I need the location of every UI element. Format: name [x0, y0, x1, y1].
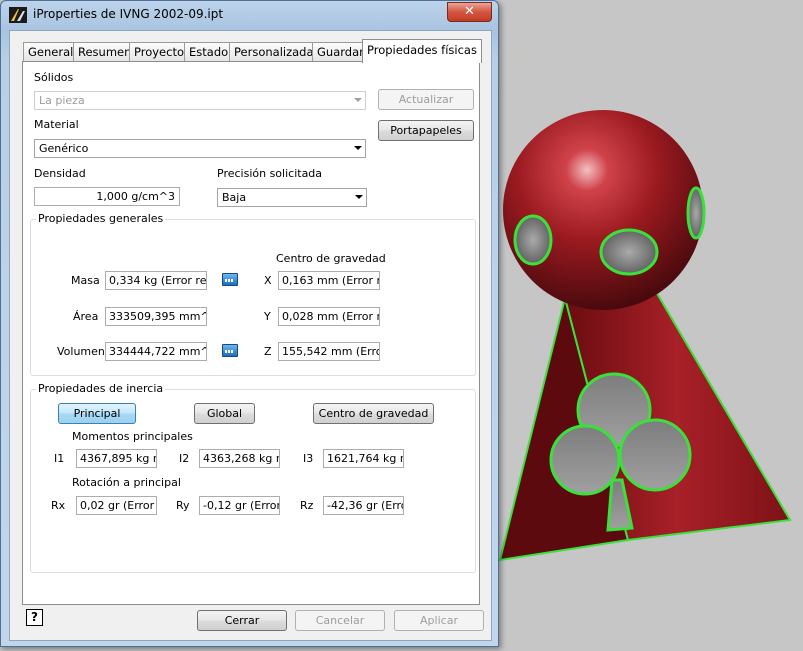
help-button[interactable]: ?: [26, 609, 43, 626]
i3-field[interactable]: 1621,764 kg mr: [323, 449, 404, 468]
center-of-gravity-button[interactable]: Centro de gravedad: [313, 403, 434, 424]
close-button[interactable]: Cerrar: [197, 610, 287, 631]
iproperties-dialog: iProperties de IVNG 2002-09.ipt ✕ Genera…: [0, 0, 499, 647]
ry-field[interactable]: -0,12 gr (Error r: [199, 496, 280, 515]
rx-label: Rx: [51, 499, 66, 512]
material-select-value: Genérico: [39, 142, 89, 155]
tab-general[interactable]: General: [23, 42, 79, 62]
cg-y-field[interactable]: 0,028 mm (Error rel: [278, 307, 380, 326]
title-bar[interactable]: iProperties de IVNG 2002-09.ipt ✕: [1, 1, 498, 29]
dialog-client: General Resumen Proyecto Estado Personal…: [9, 30, 492, 641]
density-field[interactable]: 1,000 g/cm^3: [34, 187, 180, 206]
chevron-down-icon: [354, 98, 362, 102]
tab-estado[interactable]: Estado: [184, 42, 234, 62]
precision-select[interactable]: Baja: [217, 188, 367, 207]
rotation-title: Rotación a principal: [72, 476, 181, 489]
i2-field[interactable]: 4363,268 kg mr: [199, 449, 280, 468]
rz-field[interactable]: -42,36 gr (Error: [323, 496, 404, 515]
window-title: iProperties de IVNG 2002-09.ipt: [33, 7, 224, 21]
sphere-head: [503, 110, 703, 310]
tab-guardar[interactable]: Guardar: [312, 42, 369, 62]
precision-select-value: Baja: [222, 191, 247, 204]
physical-properties-panel: Sólidos La pieza Actualizar Material Gen…: [22, 61, 480, 605]
update-button[interactable]: Actualizar: [378, 89, 474, 110]
solids-label: Sólidos: [34, 71, 74, 84]
general-properties-title: Propiedades generales: [36, 212, 166, 225]
calculator-icon[interactable]: [222, 273, 238, 286]
cg-title: Centro de gravedad: [276, 252, 386, 265]
cg-x-field[interactable]: 0,163 mm (Error rel: [278, 271, 380, 290]
density-label: Densidad: [34, 167, 86, 180]
principal-button[interactable]: Principal: [58, 403, 136, 424]
chevron-down-icon: [354, 146, 362, 150]
cg-x-label: X: [264, 274, 272, 287]
mass-label: Masa: [71, 274, 100, 287]
cg-y-label: Y: [264, 310, 271, 323]
i1-field[interactable]: 4367,895 kg mr: [76, 449, 157, 468]
close-window-button[interactable]: ✕: [447, 2, 492, 22]
inertia-properties-title: Propiedades de inercia: [36, 382, 166, 395]
cg-z-field[interactable]: 155,542 mm (Error: [278, 342, 380, 361]
i2-label: I2: [179, 452, 190, 465]
rx-field[interactable]: 0,02 gr (Error re: [76, 496, 157, 515]
chevron-down-icon: [355, 195, 363, 199]
cg-z-label: Z: [264, 345, 272, 358]
i1-label: I1: [54, 452, 65, 465]
clipboard-button[interactable]: Portapapeles: [378, 120, 474, 141]
rz-label: Rz: [300, 499, 314, 512]
material-label: Material: [34, 118, 79, 131]
tab-proyecto[interactable]: Proyecto: [129, 42, 189, 62]
volume-label: Volumen: [57, 345, 105, 358]
tab-personalizadas[interactable]: Personalizadas: [229, 42, 325, 62]
precision-label: Precisión solicitada: [217, 167, 323, 180]
area-label: Área: [73, 310, 99, 323]
tab-resumen[interactable]: Resumen: [73, 42, 137, 62]
volume-field[interactable]: 334444,722 mm^3: [105, 342, 207, 361]
solids-select-value: La pieza: [39, 94, 85, 107]
principal-moments-title: Momentos principales: [72, 430, 193, 443]
tab-propiedades-fisicas[interactable]: Propiedades físicas: [362, 39, 482, 63]
material-select[interactable]: Genérico: [34, 139, 366, 158]
solids-select[interactable]: La pieza: [34, 91, 366, 110]
i3-label: I3: [303, 452, 314, 465]
area-field[interactable]: 333509,395 mm^2: [105, 307, 207, 326]
calculator-icon[interactable]: [222, 344, 238, 357]
global-button[interactable]: Global: [194, 403, 255, 424]
cancel-button[interactable]: Cancelar: [295, 610, 385, 631]
mass-field[interactable]: 0,334 kg (Error rela: [105, 271, 207, 290]
apply-button[interactable]: Aplicar: [394, 610, 484, 631]
inventor-app-icon: [9, 7, 27, 23]
ry-label: Ry: [176, 499, 190, 512]
